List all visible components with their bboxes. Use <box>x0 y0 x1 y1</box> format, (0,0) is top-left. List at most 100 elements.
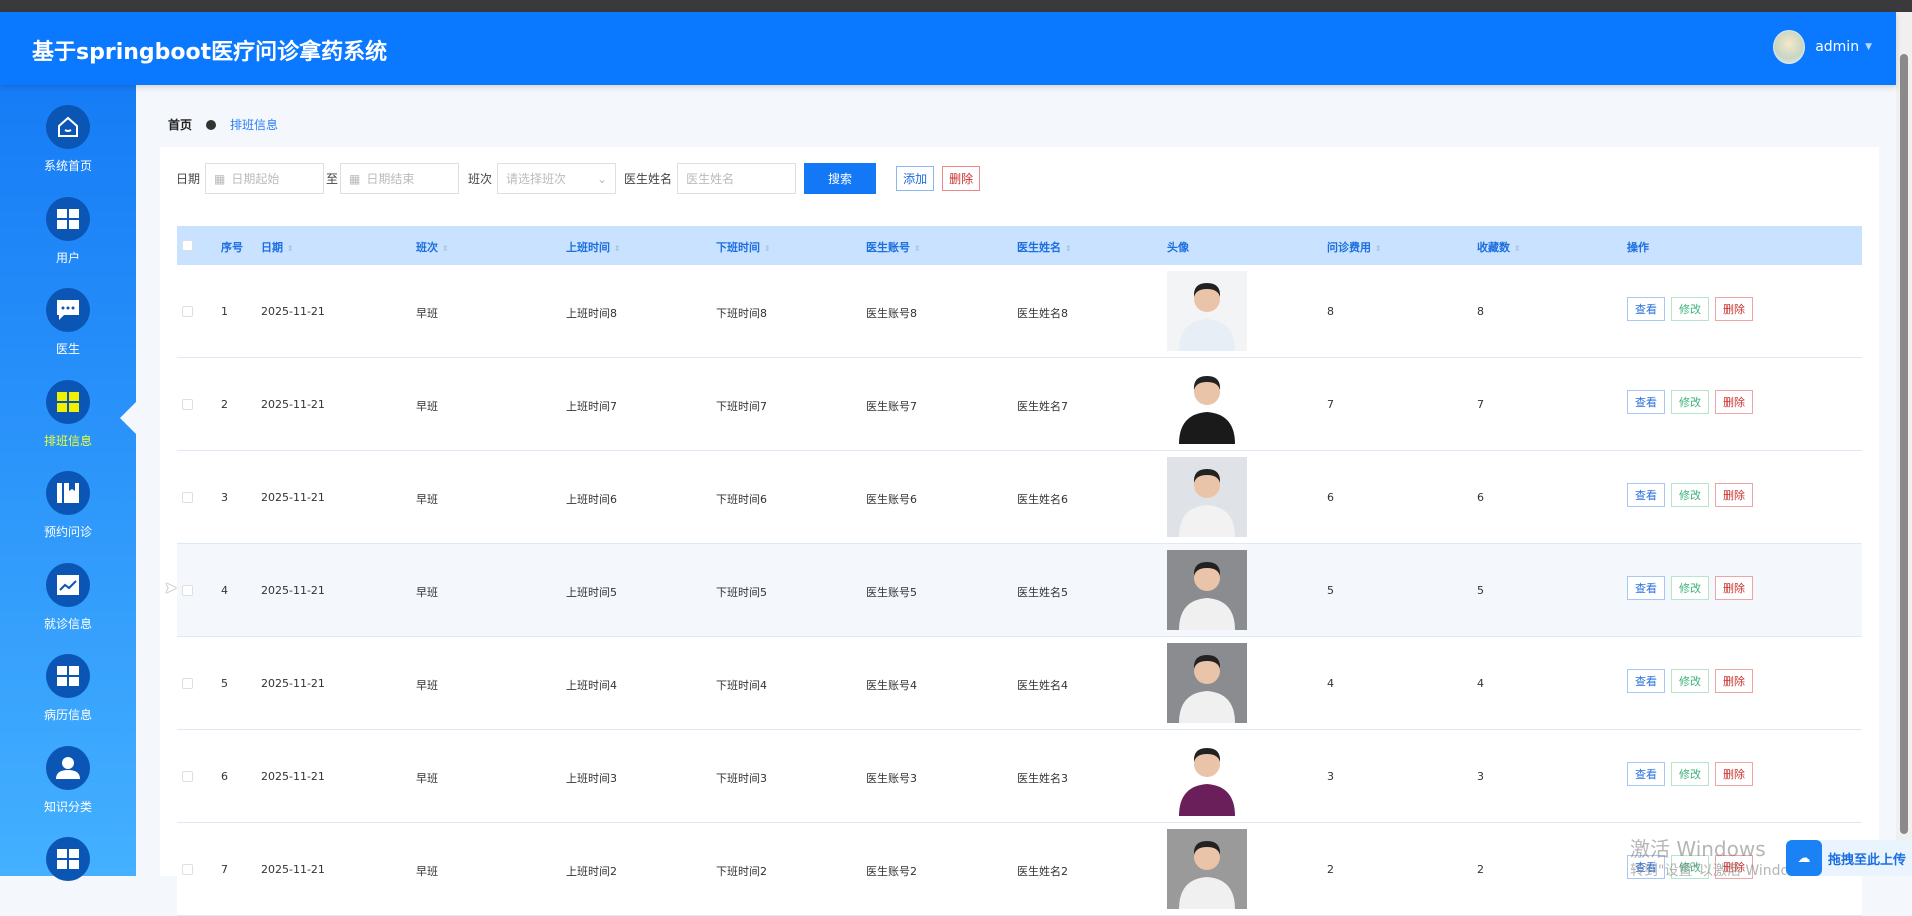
breadcrumb-home[interactable]: 首页 <box>168 116 192 133</box>
sidebar-item-label: 知识分类 <box>43 799 92 814</box>
row-checkbox[interactable] <box>182 678 193 689</box>
row-checkbox[interactable] <box>182 306 193 317</box>
delete-button[interactable]: 删除 <box>1715 762 1753 786</box>
sort-icon[interactable]: ⇕ <box>1065 244 1072 253</box>
edit-button[interactable]: 修改 <box>1671 669 1709 693</box>
cell: 3 <box>1327 770 1334 783</box>
cell: 4 <box>1327 677 1334 690</box>
delete-button[interactable]: 删除 <box>1715 297 1753 321</box>
browser-top-bar <box>0 0 1912 12</box>
cell: 医生姓名3 <box>1017 772 1068 785</box>
delete-button[interactable]: 删除 <box>1715 390 1753 414</box>
view-button[interactable]: 查看 <box>1627 855 1665 879</box>
sidebar-item-1[interactable]: 系统首页 <box>0 105 136 174</box>
cell: 6 <box>1327 491 1334 504</box>
user-menu[interactable]: admin ▼ <box>1773 30 1872 64</box>
upload-drop-widget[interactable]: ☁ 拖拽至此上传 <box>1786 840 1912 876</box>
date-end-input[interactable]: ▦ 日期结束 <box>340 163 460 194</box>
sidebar-item-7[interactable]: 病历信息 <box>0 654 136 723</box>
row-checkbox[interactable] <box>182 585 193 596</box>
doctor-name-placeholder: 医生姓名 <box>686 172 735 186</box>
column-header-label: 上班时间 <box>566 241 610 254</box>
delete-button[interactable]: 删除 <box>1715 576 1753 600</box>
sidebar-item-2[interactable]: 用户 <box>0 196 136 266</box>
column-header[interactable]: 上班时间 ⇕ <box>566 239 621 255</box>
view-button[interactable]: 查看 <box>1627 576 1665 600</box>
sidebar-item-9[interactable] <box>0 837 136 889</box>
sort-icon[interactable]: ⇕ <box>614 244 621 253</box>
search-button[interactable]: 搜索 <box>804 163 877 194</box>
view-button[interactable]: 查看 <box>1627 390 1665 414</box>
sidebar-item-3[interactable]: 医生 <box>0 288 136 357</box>
cell: 早班 <box>416 400 438 413</box>
user-avatar <box>1773 30 1806 64</box>
schedule-table: 序号 日期 ⇕ 班次 ⇕ 上班时间 ⇕ 下班时间 ⇕ 医生账号 ⇕ 医生姓名 ⇕ 头像 问诊费用 ⇕ 收藏数 ⇕ 操… <box>177 226 1862 916</box>
sidebar-item-label: 系统首页 <box>43 159 92 173</box>
column-header-label: 操作 <box>1627 241 1649 254</box>
delete-button[interactable]: 删除 <box>1715 855 1753 879</box>
row-actions: 查看 修改 删除 <box>1627 762 1759 786</box>
column-header[interactable]: 班次 ⇕ <box>416 239 449 255</box>
grid-icon <box>46 196 90 241</box>
grid-icon <box>46 837 90 881</box>
sort-icon[interactable]: ⇕ <box>914 244 921 253</box>
scrollbar-thumb[interactable] <box>1900 54 1908 834</box>
to-label: 至 <box>326 172 339 186</box>
column-header[interactable]: 收藏数 ⇕ <box>1477 239 1521 255</box>
cell: 上班时间5 <box>566 586 617 599</box>
cell: 5 <box>221 677 228 690</box>
sidebar-item-5[interactable]: 预约问诊 <box>0 471 136 540</box>
row-checkbox[interactable] <box>182 492 193 503</box>
caret-down-icon: ▼ <box>1865 42 1872 52</box>
edit-button[interactable]: 修改 <box>1671 855 1709 879</box>
cell: 下班时间3 <box>716 772 767 785</box>
view-button[interactable]: 查看 <box>1627 483 1665 507</box>
row-checkbox[interactable] <box>182 771 193 782</box>
select-all-checkbox[interactable] <box>182 240 193 251</box>
sidebar-item-6[interactable]: 就诊信息 <box>0 562 136 632</box>
date-end-placeholder: 日期结束 <box>366 172 415 186</box>
view-button[interactable]: 查看 <box>1627 762 1665 786</box>
sort-icon[interactable]: ⇕ <box>1514 244 1521 253</box>
column-header[interactable]: 日期 ⇕ <box>261 239 294 255</box>
add-button[interactable]: 添加 <box>896 166 935 191</box>
sidebar-item-8[interactable]: 知识分类 <box>0 745 136 815</box>
sort-icon[interactable]: ⇕ <box>764 244 771 253</box>
edit-button[interactable]: 修改 <box>1671 390 1709 414</box>
page-scrollbar[interactable] <box>1896 12 1912 876</box>
edit-button[interactable]: 修改 <box>1671 297 1709 321</box>
sort-icon[interactable]: ⇕ <box>1375 244 1382 253</box>
sidebar-item-4[interactable]: 排班信息 <box>0 379 136 449</box>
row-checkbox[interactable] <box>182 864 193 875</box>
calendar-icon: ▦ <box>214 171 226 186</box>
column-header[interactable]: 下班时间 ⇕ <box>716 239 771 255</box>
chevron-down-icon: ⌄ <box>596 171 608 186</box>
batch-delete-button[interactable]: 删除 <box>942 166 981 191</box>
cell: 医生姓名7 <box>1017 400 1068 413</box>
sort-icon[interactable]: ⇕ <box>442 244 449 253</box>
view-button[interactable]: 查看 <box>1627 297 1665 321</box>
view-button[interactable]: 查看 <box>1627 669 1665 693</box>
column-header-label: 问诊费用 <box>1327 241 1371 254</box>
edit-button[interactable]: 修改 <box>1671 483 1709 507</box>
delete-button[interactable]: 删除 <box>1715 669 1753 693</box>
cell: 上班时间8 <box>566 307 617 320</box>
table-row: 7 2025-11-21 早班 上班时间2 下班时间2 医生账号2 医生姓名2 2 2 查看 修改删… <box>177 823 1862 916</box>
doctor-avatar-image <box>1167 550 1247 630</box>
edit-button[interactable]: 修改 <box>1671 576 1709 600</box>
cell: 上班时间6 <box>566 493 617 506</box>
column-header[interactable]: 医生姓名 ⇕ <box>1017 239 1072 255</box>
column-header[interactable]: 医生账号 ⇕ <box>866 239 921 255</box>
row-checkbox[interactable] <box>182 399 193 410</box>
column-header[interactable]: 问诊费用 ⇕ <box>1327 239 1382 255</box>
edit-button[interactable]: 修改 <box>1671 762 1709 786</box>
table-row: 6 2025-11-21 早班 上班时间3 下班时间3 医生账号3 医生姓名3 3 3 查看 修改删… <box>177 730 1862 823</box>
delete-button[interactable]: 删除 <box>1715 483 1753 507</box>
cell: 早班 <box>416 586 438 599</box>
cell: 8 <box>1477 305 1484 318</box>
shift-select[interactable]: 请选择班次 ⌄ <box>497 163 617 194</box>
sort-icon[interactable]: ⇕ <box>287 244 294 253</box>
doctor-name-input[interactable]: 医生姓名 <box>677 163 797 194</box>
date-start-input[interactable]: ▦ 日期起始 <box>205 163 325 194</box>
sidebar: 系统首页用户医生排班信息预约问诊就诊信息病历信息知识分类 <box>0 85 136 881</box>
